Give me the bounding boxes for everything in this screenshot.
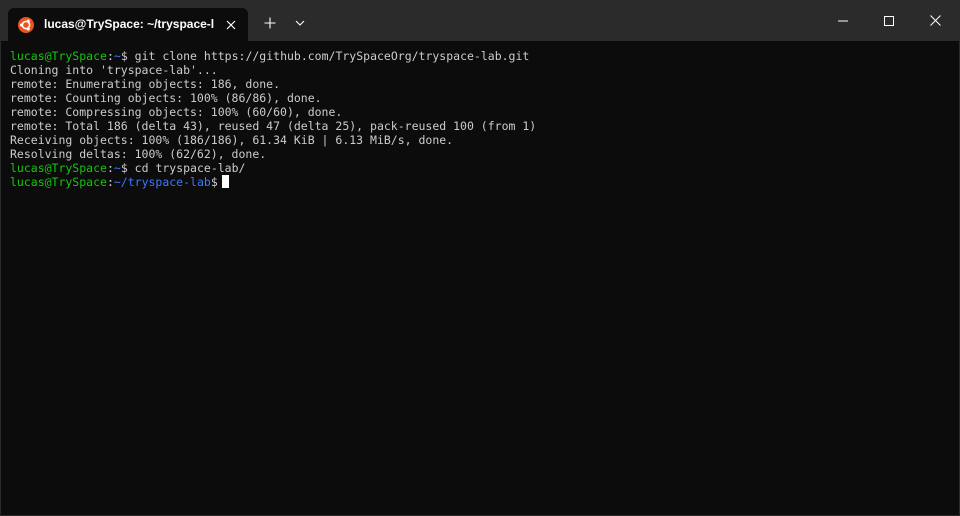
ubuntu-icon	[18, 17, 34, 33]
close-window-button[interactable]	[912, 0, 958, 41]
output-line: remote: Counting objects: 100% (86/86), …	[10, 91, 322, 105]
tab-title: lucas@TrySpace: ~/tryspace-l	[44, 17, 215, 31]
command-text: git clone https://github.com/TrySpaceOrg…	[127, 49, 530, 63]
prompt-path: ~/tryspace-lab	[113, 175, 211, 189]
new-tab-button[interactable]	[254, 8, 286, 38]
output-line: Resolving deltas: 100% (62/62), done.	[10, 147, 267, 161]
minimize-button[interactable]	[820, 0, 866, 41]
output-line: remote: Total 186 (delta 43), reused 47 …	[10, 119, 537, 133]
terminal-window: lucas@TrySpace: ~/tryspace-l lucas@TrySp…	[0, 0, 960, 516]
command-text: cd tryspace-lab/	[127, 161, 246, 175]
prompt-path: ~	[113, 161, 121, 175]
terminal-output[interactable]: lucas@TrySpace:~$ git clone https://gith…	[0, 41, 960, 516]
prompt-user: lucas@TrySpace	[10, 49, 107, 63]
prompt-line: lucas@TrySpace:~$ git clone https://gith…	[10, 49, 959, 63]
maximize-icon	[884, 15, 894, 26]
close-icon	[929, 15, 941, 26]
tab-terminal[interactable]: lucas@TrySpace: ~/tryspace-l	[8, 8, 248, 41]
close-icon	[226, 20, 236, 30]
prompt-dollar: $	[210, 175, 218, 189]
title-bar[interactable]: lucas@TrySpace: ~/tryspace-l	[0, 0, 960, 41]
prompt-user: lucas@TrySpace	[10, 161, 107, 175]
prompt-dollar: $	[120, 49, 128, 63]
plus-icon	[264, 17, 276, 29]
prompt-path: ~	[113, 49, 121, 63]
output-line: remote: Compressing objects: 100% (60/60…	[10, 105, 343, 119]
maximize-button[interactable]	[866, 0, 912, 41]
tab-dropdown-button[interactable]	[287, 8, 313, 38]
output-line: Receiving objects: 100% (186/186), 61.34…	[10, 133, 454, 147]
prompt-user: lucas@TrySpace	[10, 175, 107, 189]
prompt-separator: :	[106, 175, 114, 189]
tab-close-button[interactable]	[222, 16, 240, 34]
minimize-icon	[838, 20, 848, 21]
prompt-dollar: $	[120, 161, 128, 175]
prompt-line: lucas@TrySpace:~/tryspace-lab$	[10, 175, 959, 189]
prompt-line: lucas@TrySpace:~$ cd tryspace-lab/	[10, 161, 959, 175]
text-cursor	[221, 175, 229, 188]
prompt-separator: :	[106, 161, 114, 175]
chevron-down-icon	[295, 20, 305, 26]
output-line: remote: Enumerating objects: 186, done.	[10, 77, 281, 91]
output-line: Cloning into 'tryspace-lab'...	[10, 63, 218, 77]
prompt-separator: :	[106, 49, 114, 63]
